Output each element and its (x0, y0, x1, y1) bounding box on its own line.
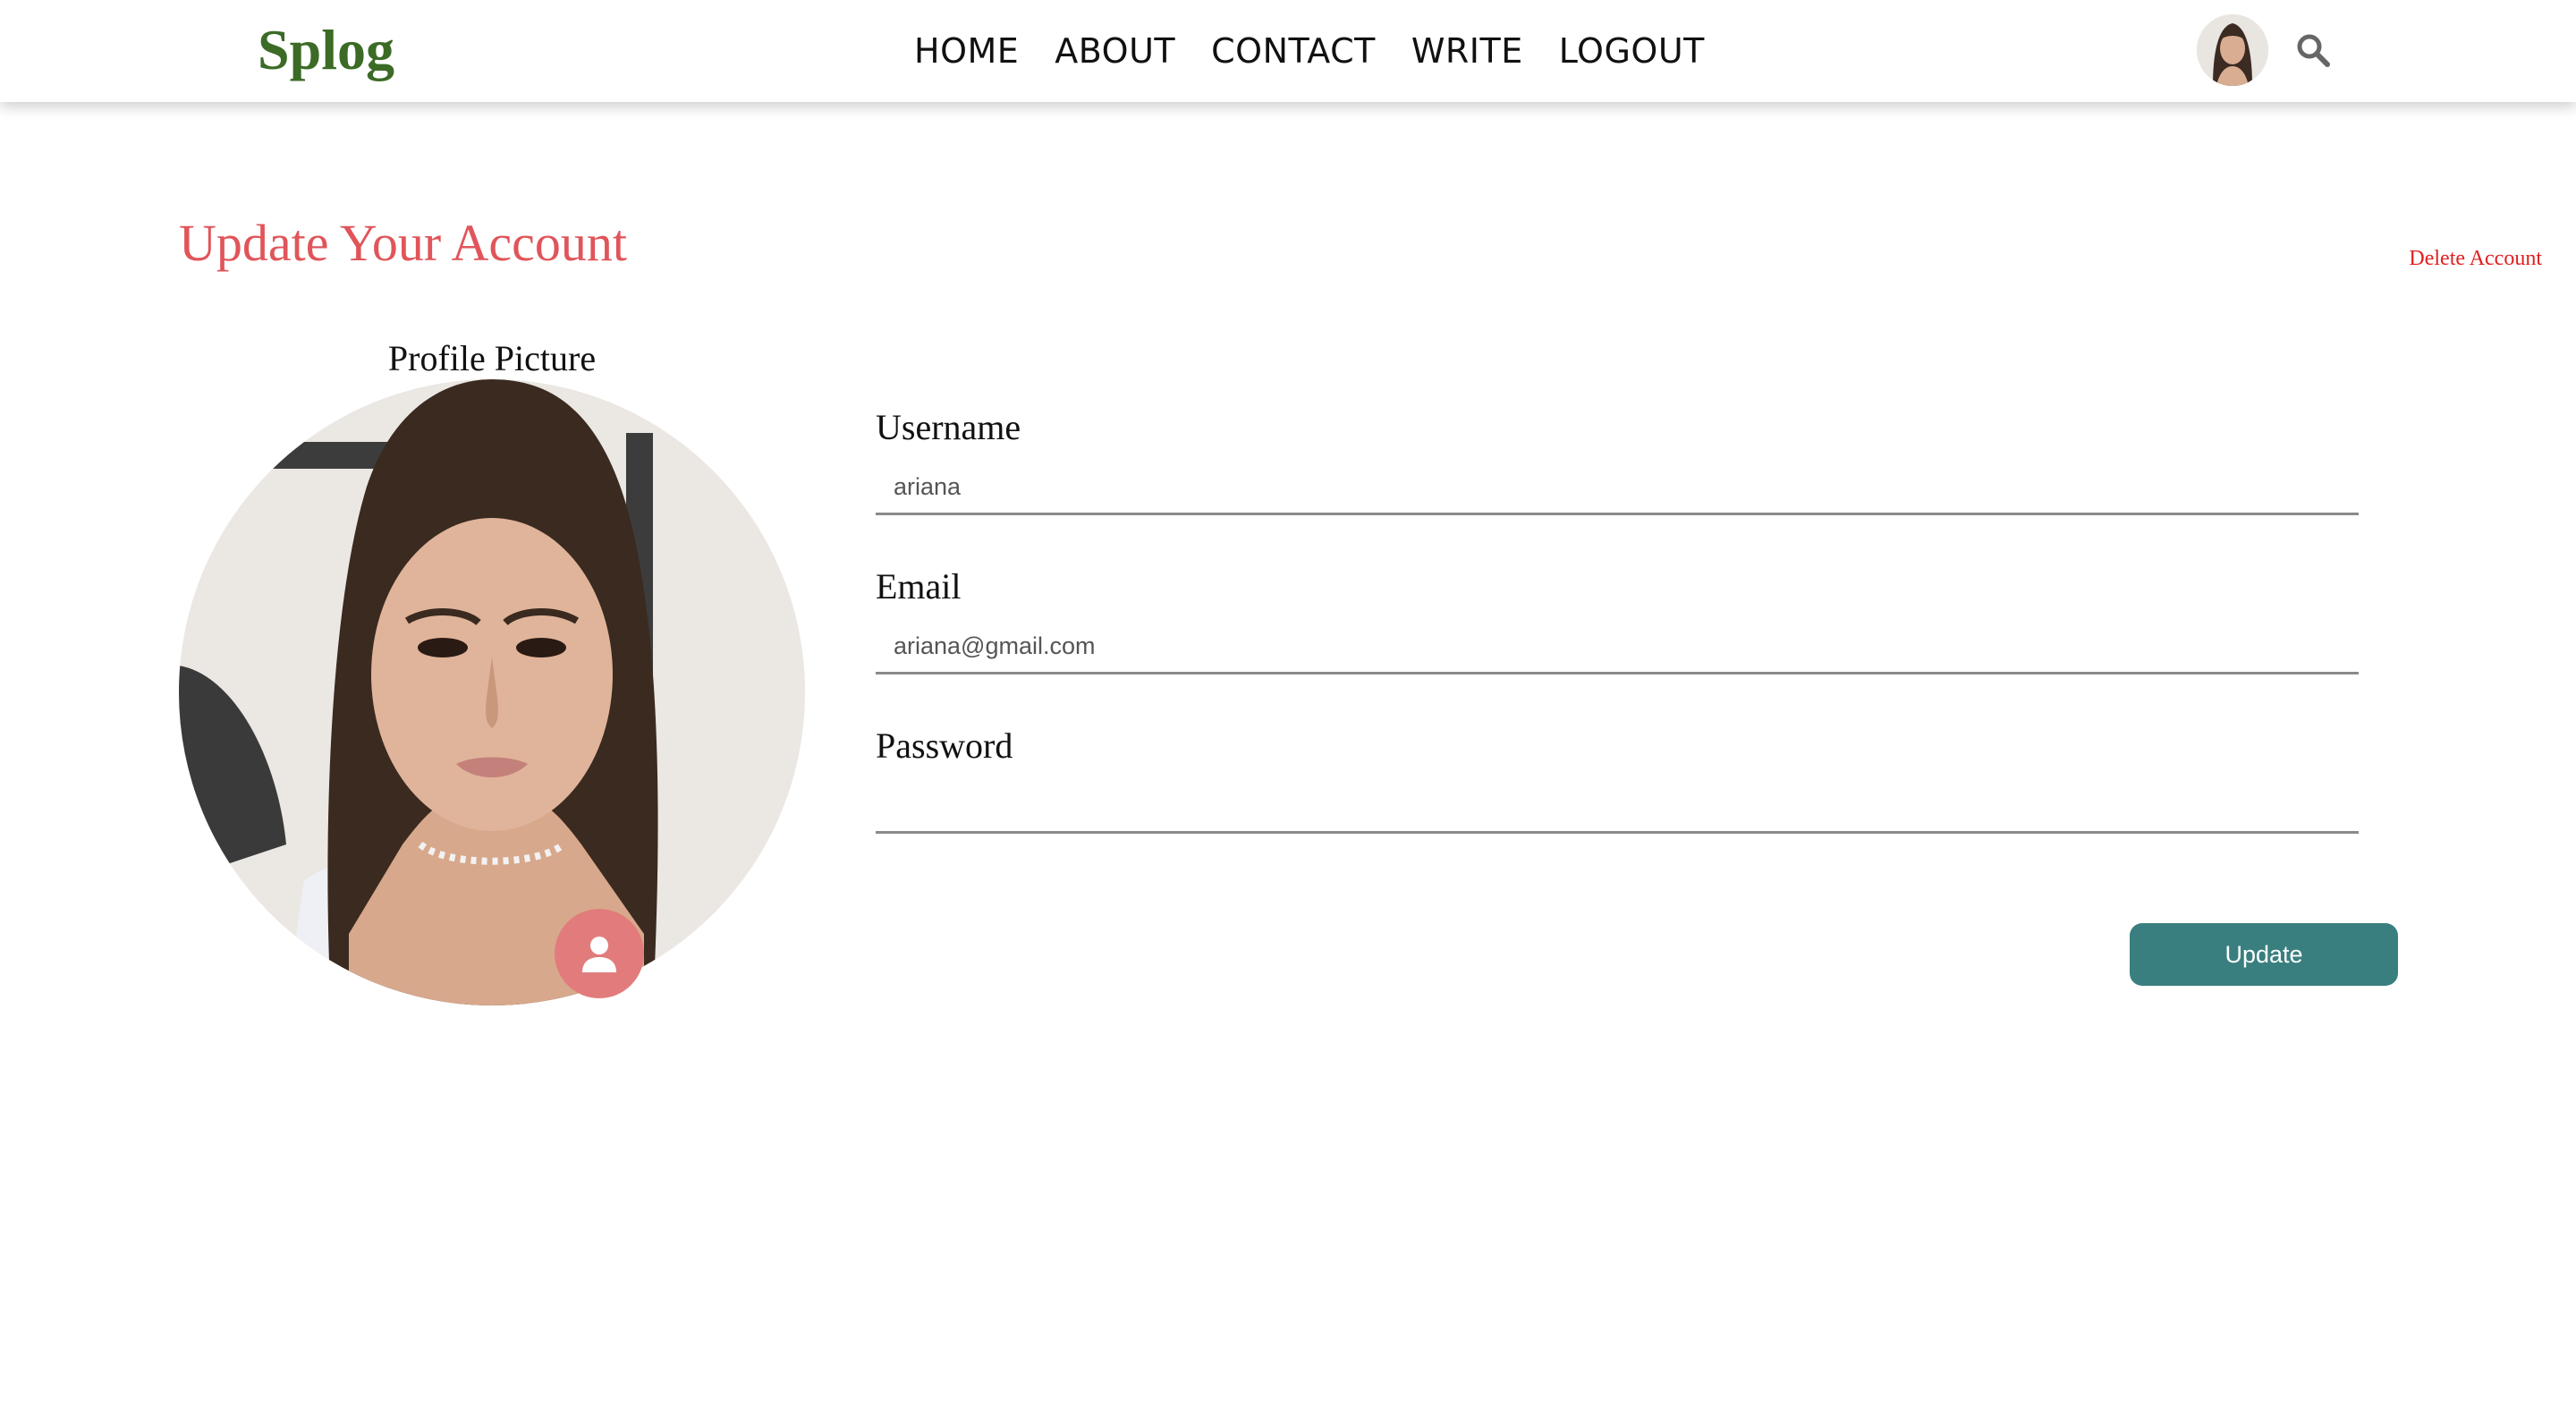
profile-portrait-icon (179, 379, 805, 1005)
top-bar: Splog HOME ABOUT CONTACT WRITE LOGOUT (0, 0, 2576, 102)
profile-picture-label: Profile Picture (387, 338, 597, 378)
email-label: Email (876, 566, 962, 606)
profile-picture (179, 379, 805, 1005)
nav-contact[interactable]: CONTACT (1211, 23, 1376, 79)
email-input[interactable] (876, 621, 2359, 674)
search-icon[interactable] (2295, 32, 2331, 68)
nav-home[interactable]: HOME (914, 23, 1019, 79)
logo[interactable]: Splog (258, 13, 394, 88)
password-input[interactable] (876, 780, 2359, 834)
username-input[interactable] (876, 462, 2359, 515)
page-title: Update Your Account (179, 214, 628, 272)
update-button[interactable]: Update (2130, 923, 2398, 986)
username-label: Username (876, 407, 1021, 447)
nav-logout[interactable]: LOGOUT (1559, 23, 1705, 79)
avatar-portrait-icon (2197, 14, 2268, 86)
user-avatar[interactable] (2197, 14, 2268, 86)
delete-account-link[interactable]: Delete Account (2409, 247, 2542, 271)
user-icon (582, 937, 616, 972)
nav-write[interactable]: WRITE (1411, 23, 1523, 79)
upload-photo-button[interactable] (555, 909, 644, 998)
main-nav: HOME ABOUT CONTACT WRITE LOGOUT (914, 23, 1741, 79)
password-label: Password (876, 725, 1013, 766)
nav-about[interactable]: ABOUT (1055, 23, 1175, 79)
